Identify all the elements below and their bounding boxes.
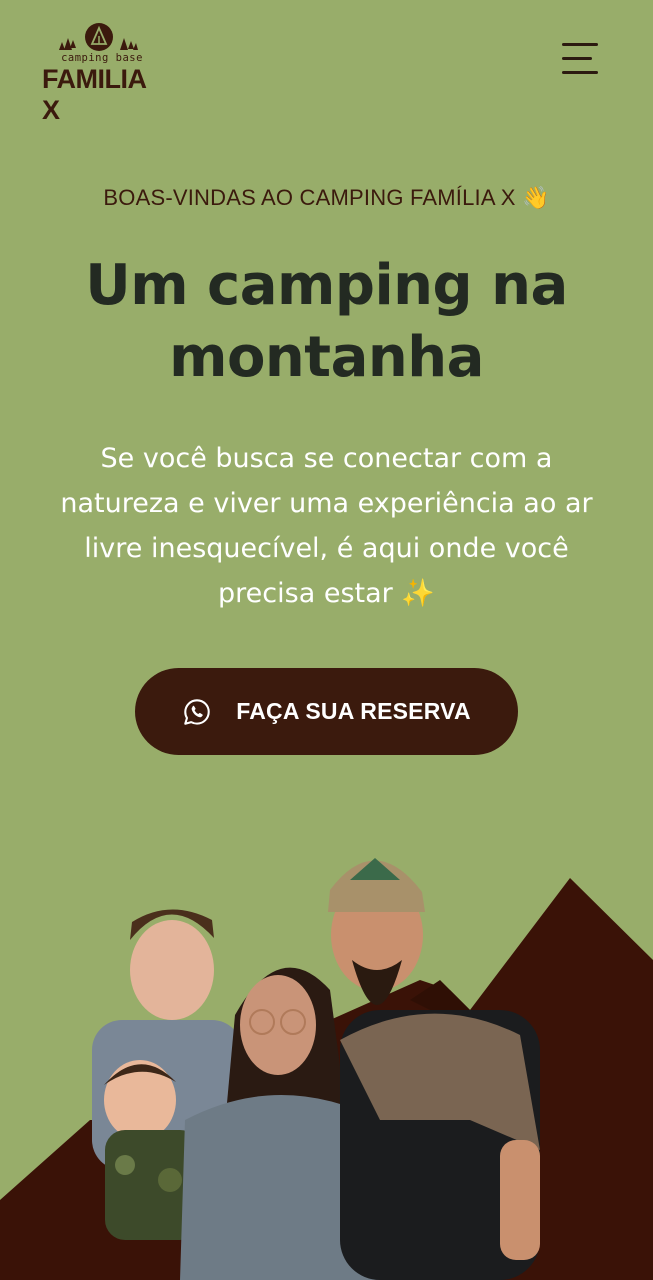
book-reservation-button[interactable]: FAÇA SUA RESERVA bbox=[135, 668, 518, 755]
family-mountain-illustration bbox=[0, 858, 653, 1280]
hero-title-line: montanha bbox=[169, 325, 484, 390]
site-header: camping base FAMILIA X bbox=[0, 0, 653, 125]
welcome-eyebrow: BOAS-VINDAS AO CAMPING FAMÍLIA X 👋 bbox=[103, 185, 550, 210]
reservation-button-label: FAÇA SUA RESERVA bbox=[236, 698, 471, 724]
brand-logo[interactable]: camping base FAMILIA X bbox=[40, 22, 160, 125]
hero-title-line: Um camping na bbox=[85, 253, 568, 318]
brand-subtitle: camping base bbox=[61, 52, 143, 64]
whatsapp-icon bbox=[184, 698, 210, 725]
brand-name: FAMILIA X bbox=[42, 64, 146, 125]
menu-line bbox=[562, 43, 598, 46]
hero-title: Um camping na montanha bbox=[40, 250, 613, 394]
menu-line bbox=[562, 71, 598, 74]
hero-description: Se você busca se conectar com a natureza… bbox=[60, 443, 593, 609]
camping-tent-emblem-icon bbox=[59, 23, 138, 51]
menu-line bbox=[562, 57, 592, 60]
hamburger-menu-button[interactable] bbox=[556, 40, 604, 80]
